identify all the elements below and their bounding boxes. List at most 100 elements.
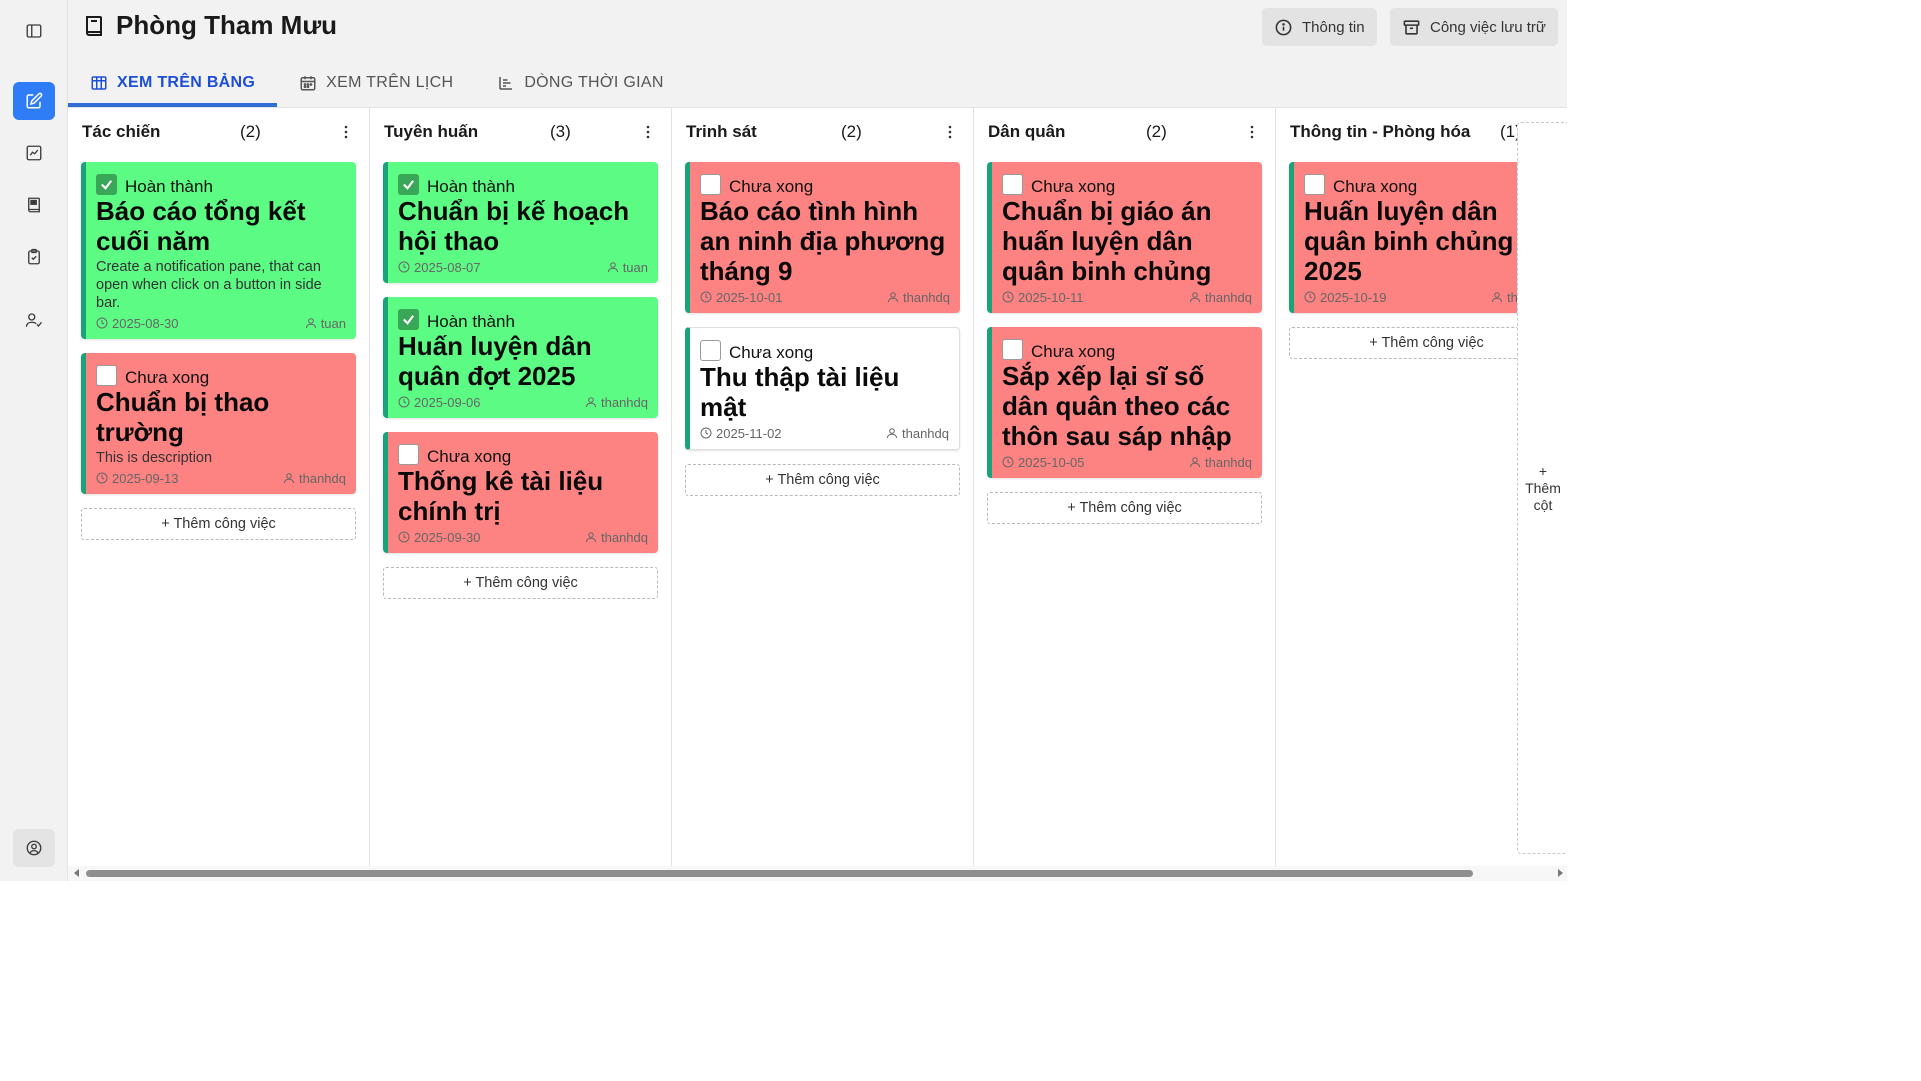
add-column-button[interactable]: + Thêm cột (1517, 122, 1567, 854)
panel-toggle-icon[interactable] (13, 12, 55, 50)
user-icon (305, 318, 316, 329)
task-card[interactable]: Chưa xong Báo cáo tình hình an ninh địa … (685, 162, 960, 313)
column-title: Trinh sát (686, 122, 757, 141)
column-count: (2) (841, 122, 862, 141)
task-date: 2025-09-13 (112, 470, 179, 486)
task-user: thanhdq (1205, 454, 1252, 470)
header: Phòng Tham Mưu Thông tin Công việc lưu t… (68, 0, 1567, 108)
done-checkbox[interactable] (96, 364, 117, 386)
column-title: Tác chiến (82, 122, 161, 141)
scrollbar-thumb[interactable] (86, 870, 1473, 877)
card-list: Chưa xong Báo cáo tình hình an ninh địa … (685, 162, 960, 496)
user-icon (887, 428, 897, 439)
tab-calendar[interactable]: XEM TRÊN LỊCH (277, 60, 475, 106)
task-user: tuan (320, 315, 346, 331)
more-vertical-icon[interactable] (943, 124, 957, 140)
clock-icon (398, 261, 410, 273)
clipboard-check-icon[interactable] (13, 238, 55, 276)
task-user: thanhdq (601, 529, 648, 545)
task-card[interactable]: Chưa xong Thống kê tài liệu chính trị 20… (383, 432, 658, 553)
column-count: (3) (550, 122, 571, 141)
clock-icon (1002, 291, 1014, 303)
add-task-button[interactable]: + Thêm công việc (81, 508, 356, 540)
scroll-left-icon[interactable] (74, 869, 79, 877)
column-tuyen-huan: Tuyên huấn (3) Hoàn thành Chuẩn bị kế ho… (370, 108, 672, 868)
task-card[interactable]: Chưa xong Chuẩn bị giáo án huấn luyện dâ… (987, 162, 1262, 313)
archive-button[interactable]: Công việc lưu trữ (1390, 8, 1558, 46)
add-task-button[interactable]: + Thêm công việc (987, 492, 1262, 524)
task-title: Chuẩn bị kế hoạch hội thao (398, 196, 630, 256)
edit-icon[interactable] (13, 82, 55, 120)
user-icon (888, 292, 898, 303)
app-root: Phòng Tham Mưu Thông tin Công việc lưu t… (0, 0, 1567, 881)
archive-icon (1403, 19, 1420, 35)
task-title: Chuẩn bị thao trường (96, 387, 270, 447)
done-checkbox[interactable] (398, 308, 419, 330)
task-card[interactable]: Chưa xong Chuẩn bị thao trường This is d… (81, 353, 356, 494)
info-icon (1275, 19, 1292, 35)
task-card[interactable]: Hoàn thành Chuẩn bị kế hoạch hội thao 20… (383, 162, 658, 283)
task-title: Chuẩn bị giáo án huấn luyện dân quân bin… (1002, 196, 1212, 286)
done-checkbox[interactable] (398, 173, 419, 195)
more-vertical-icon[interactable] (641, 124, 655, 140)
task-user: thanhdq (1205, 289, 1252, 305)
archive-button-label: Công việc lưu trữ (1430, 18, 1546, 36)
user-check-icon[interactable] (13, 301, 55, 339)
task-user: thanhdq (903, 289, 950, 305)
clock-icon (700, 291, 712, 303)
task-description: Create a notification pane, that can ope… (96, 259, 322, 311)
add-task-button[interactable]: + Thêm công việc (685, 464, 960, 496)
user-icon (586, 532, 596, 543)
task-status: Chưa xong (1333, 177, 1418, 196)
done-checkbox[interactable] (1002, 338, 1023, 360)
done-checkbox[interactable] (700, 173, 721, 195)
task-date: 2025-08-30 (112, 315, 179, 331)
clock-icon (1002, 456, 1014, 468)
done-checkbox[interactable] (96, 173, 117, 195)
done-checkbox[interactable] (700, 339, 721, 361)
clock-icon (96, 317, 108, 329)
book-icon[interactable] (13, 186, 55, 224)
tab-timeline-label: DÒNG THỜI GIAN (524, 74, 664, 91)
more-vertical-icon[interactable] (1245, 124, 1259, 140)
column-trinh-sat: Trinh sát (2) Chưa xong Báo cáo tình hìn… (672, 108, 974, 868)
done-checkbox[interactable] (1002, 173, 1023, 195)
chart-icon[interactable] (13, 134, 55, 172)
task-date: 2025-10-19 (1320, 289, 1387, 305)
task-date: 2025-09-30 (414, 529, 481, 545)
horizontal-scrollbar[interactable] (68, 866, 1567, 881)
clock-icon (700, 427, 712, 439)
card-list: Hoàn thành Chuẩn bị kế hoạch hội thao 20… (383, 162, 658, 599)
task-date: 2025-10-01 (716, 289, 783, 305)
scroll-right-icon[interactable] (1558, 869, 1563, 877)
task-date: 2025-11-02 (716, 425, 782, 441)
task-status: Chưa xong (729, 177, 814, 196)
column-tac-chien: Tác chiến (2) Hoàn thành Báo cáo tổng kế… (68, 108, 370, 868)
task-date: 2025-10-11 (1018, 289, 1084, 305)
done-checkbox[interactable] (398, 443, 419, 465)
task-date: 2025-10-05 (1018, 454, 1085, 470)
tab-timeline[interactable]: DÒNG THỜI GIAN (475, 60, 685, 106)
task-card[interactable]: Chưa xong Thu thập tài liệu mật 2025-11-… (685, 327, 960, 450)
user-icon (284, 473, 294, 484)
user-icon (607, 262, 618, 273)
more-vertical-icon[interactable] (339, 124, 353, 140)
add-task-button[interactable]: + Thêm công việc (383, 567, 658, 599)
tab-board[interactable]: XEM TRÊN BẢNG (68, 60, 278, 107)
user-circle-icon[interactable] (13, 829, 55, 867)
task-title: Sắp xếp lại sĩ số dân quân theo các thôn… (1002, 361, 1232, 451)
task-card[interactable]: Hoàn thành Huấn luyện dân quân đợt 2025 … (383, 297, 658, 418)
info-button[interactable]: Thông tin (1262, 8, 1377, 46)
column-title: Dân quân (988, 122, 1066, 141)
done-checkbox[interactable] (1304, 173, 1325, 195)
column-header: Tuyên huấn (3) (384, 122, 657, 142)
title-row: Phòng Tham Mưu (82, 10, 337, 41)
column-header: Tác chiến (2) (82, 122, 355, 142)
task-status: Chưa xong (1031, 342, 1116, 361)
task-card[interactable]: Hoàn thành Báo cáo tổng kết cuối năm Cre… (81, 162, 356, 339)
task-card[interactable]: Chưa xong Sắp xếp lại sĩ số dân quân the… (987, 327, 1262, 478)
card-list: Hoàn thành Báo cáo tổng kết cuối năm Cre… (81, 162, 356, 540)
task-title: Thu thập tài liệu mật (700, 362, 900, 422)
task-user: thanhdq (299, 470, 346, 486)
view-tabs: XEM TRÊN BẢNG XEM TRÊN LỊCH DÒNG THỜI GI… (68, 60, 686, 108)
